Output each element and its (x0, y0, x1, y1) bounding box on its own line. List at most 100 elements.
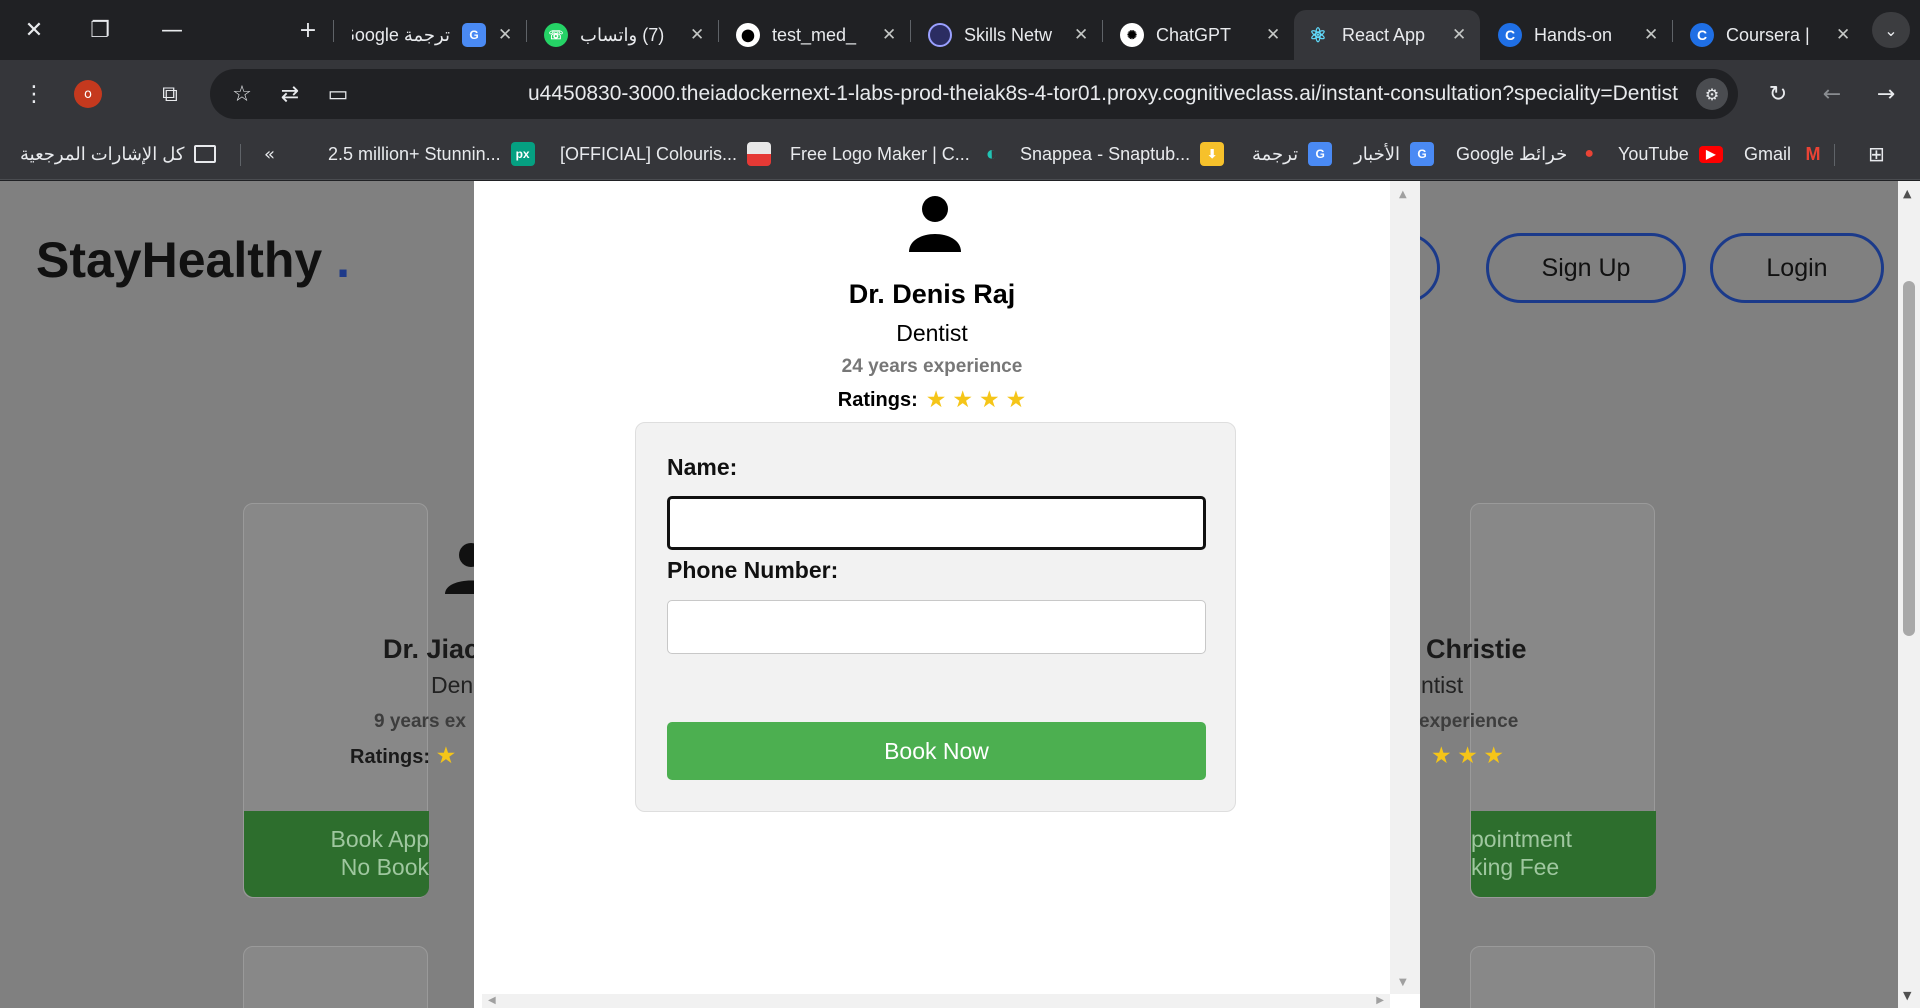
bookmark-translate[interactable]: ترجمة G (1252, 140, 1333, 168)
bookmark-separator (1834, 144, 1835, 166)
reload-icon[interactable]: ↻ (1758, 74, 1798, 114)
star-icon: ★ (925, 387, 947, 413)
tab-title: test_med_ (772, 24, 857, 45)
react-icon: ⚛ (1309, 24, 1327, 47)
tab-close-icon[interactable]: ✕ (690, 25, 706, 45)
tab-separator (1102, 20, 1103, 42)
new-tab-icon[interactable]: + (286, 12, 330, 48)
tab-chatgpt[interactable]: ✕ ChatGPT ✺ (1108, 10, 1294, 60)
scroll-up-arrow-icon[interactable]: ▲ (1903, 187, 1911, 200)
bookmark-news[interactable]: الأخبار G (1354, 140, 1435, 168)
tab-separator (333, 20, 334, 42)
doctor-ratings: Ratings: ★ ★ ★ ★ (474, 389, 1390, 412)
book-appointment-button[interactable]: pointment king Fee (1471, 811, 1656, 897)
bookmark-maps[interactable]: Google خرائط ● (1456, 140, 1601, 168)
tab-close-icon[interactable]: ✕ (498, 25, 514, 45)
google-translate-icon: G (1308, 142, 1333, 166)
phone-input[interactable] (667, 600, 1206, 654)
minimize-window-icon[interactable]: — (150, 12, 194, 48)
bookmarks-bar: كل الإشارات المرجعية « 2.5 million+ Stun… (0, 128, 1920, 180)
bookmark-label: كل الإشارات المرجعية (20, 143, 185, 164)
tab-react-app[interactable]: ✕ React App ⚛ (1294, 10, 1480, 60)
tab-github[interactable]: ✕ test_med_ ⬤ (724, 10, 910, 60)
folder-icon (194, 145, 217, 163)
profile-avatar[interactable]: o (74, 80, 102, 108)
site-settings-icon[interactable]: ⚙ (1696, 78, 1728, 110)
scroll-left-arrow-icon[interactable]: ◀ (488, 995, 496, 1006)
doctor-name: Christie (1426, 634, 1527, 664)
scroll-up-arrow-icon[interactable]: ▲ (1399, 189, 1407, 200)
tab-search-chevron-icon[interactable]: ⌄ (1872, 12, 1910, 48)
bookmark-label: Google خرائط (1456, 143, 1568, 164)
book-appointment-button[interactable]: Book App No Book (244, 811, 429, 897)
scrollbar-thumb[interactable] (1903, 281, 1915, 636)
bookmark-colourise[interactable]: [OFFICIAL] Colouris... (560, 140, 772, 168)
book-button-line: No Book (340, 854, 429, 880)
tab-close-icon[interactable]: ✕ (882, 25, 898, 45)
bookmark-label: 2.5 million+ Stunnin... (328, 143, 501, 164)
book-button-line: king Fee (1471, 854, 1560, 880)
signup-button[interactable]: Sign Up (1486, 233, 1686, 303)
scroll-down-arrow-icon[interactable]: ▼ (1399, 977, 1407, 988)
apps-grid-icon[interactable]: ⊞ (1868, 140, 1885, 168)
close-window-icon[interactable]: ✕ (12, 12, 56, 48)
modal-vertical-scrollbar[interactable]: ▲ ▼ (1390, 181, 1420, 994)
forward-arrow-icon[interactable]: → (1866, 74, 1906, 114)
tab-close-icon[interactable]: ✕ (1266, 25, 1282, 45)
tab-close-icon[interactable]: ✕ (1074, 25, 1090, 45)
extensions-puzzle-icon[interactable]: ⧉ (150, 74, 190, 114)
coursera-icon: C (1498, 23, 1522, 47)
translate-page-icon[interactable]: ⇄ (270, 74, 310, 114)
bookmark-star-icon[interactable]: ☆ (222, 74, 262, 114)
scroll-right-arrow-icon[interactable]: ▶ (1376, 995, 1384, 1006)
bookmark-label: YouTube (1618, 143, 1689, 164)
back-arrow-icon[interactable]: ← (1812, 74, 1852, 114)
doctor-name: Dr. Denis Raj (848, 279, 1016, 309)
star-icon: ★ (979, 387, 1000, 413)
bookmark-label: Gmail (1744, 143, 1792, 164)
doctor-card (243, 946, 428, 1008)
bookmarks-overflow-icon[interactable]: « (264, 140, 275, 168)
bookmark-all-bookmarks[interactable]: كل الإشارات المرجعية (20, 140, 217, 168)
cast-icon[interactable]: ▭ (318, 74, 358, 114)
tab-close-icon[interactable]: ✕ (1836, 25, 1852, 45)
bookmark-logo-maker[interactable]: Free Logo Maker | C... ◐ (790, 140, 1004, 168)
tab-strip: ✕ ❐ — + ✕ G ترجمة Google ✕ (7) واتساب ☏ … (0, 0, 1920, 60)
doctor-speciality: Dentist (896, 320, 968, 346)
tab-close-icon[interactable]: ✕ (1452, 25, 1468, 45)
bookmark-gmail[interactable]: Gmail M (1744, 140, 1825, 168)
site-logo[interactable]: StayHealthy . (36, 231, 350, 289)
bookmark-pexels[interactable]: 2.5 million+ Stunnin... px (328, 140, 535, 168)
bookmark-label: Snappea - Snaptub... (1020, 143, 1191, 164)
page-vertical-scrollbar[interactable]: ▲ ▼ (1898, 181, 1920, 1008)
tab-skills-network[interactable]: ✕ Skills Netw (916, 10, 1102, 60)
chatgpt-icon: ✺ (1120, 23, 1144, 47)
address-bar[interactable]: ☆ ⇄ ▭ u4450830-3000.theiadockernext-1-la… (210, 69, 1738, 119)
restore-window-icon[interactable]: ❐ (78, 12, 122, 48)
gmail-icon: M (1805, 143, 1821, 164)
ratings-label: Ratings: (837, 389, 918, 411)
tab-close-icon[interactable]: ✕ (1644, 25, 1660, 45)
tab-hands-on[interactable]: ✕ Hands-on C (1486, 10, 1672, 60)
kebab-menu-icon[interactable]: ⋮ (14, 74, 54, 114)
user-avatar-icon (909, 196, 961, 252)
bookmark-separator (240, 144, 241, 166)
modal-horizontal-scrollbar[interactable]: ◀ ▶ (482, 994, 1390, 1008)
bookmark-label: Free Logo Maker | C... (790, 143, 970, 164)
book-now-button[interactable]: Book Now (667, 722, 1206, 780)
tab-whatsapp[interactable]: ✕ (7) واتساب ☏ (532, 10, 718, 60)
tab-coursera[interactable]: ✕ Coursera | C (1678, 10, 1864, 60)
tab-title: ChatGPT (1156, 24, 1232, 45)
google-translate-icon: G (462, 23, 486, 47)
login-button[interactable]: Login (1710, 233, 1884, 303)
bookmark-snappea[interactable]: Snappea - Snaptub... ⬇ (1020, 140, 1225, 168)
bookmark-youtube[interactable]: YouTube ▶ (1618, 140, 1723, 168)
tab-separator (718, 20, 719, 42)
doctor-experience: experience (1419, 711, 1519, 732)
name-input[interactable] (667, 496, 1206, 550)
url-text[interactable]: u4450830-3000.theiadockernext-1-labs-pro… (528, 69, 1678, 119)
tab-title: Skills Netw (964, 24, 1053, 45)
tab-google-translate[interactable]: ✕ G ترجمة Google (340, 10, 526, 60)
scroll-down-arrow-icon[interactable]: ▼ (1903, 989, 1911, 1002)
colourise-icon (747, 142, 772, 166)
